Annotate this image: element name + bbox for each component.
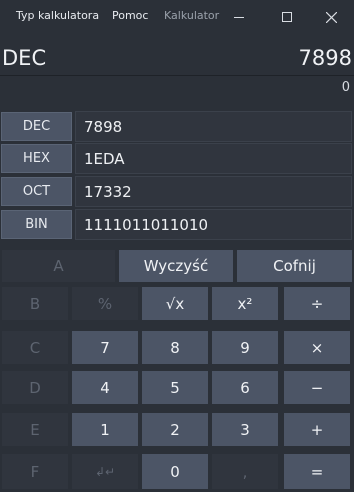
key-e[interactable]: E [1, 412, 69, 447]
minus-button[interactable]: − [283, 370, 351, 405]
display-mode: DEC [2, 46, 47, 70]
dec-value: 7898 [75, 111, 352, 142]
four-button[interactable]: 4 [71, 370, 139, 405]
square-button[interactable]: x² [211, 286, 279, 321]
three-button[interactable]: 3 [211, 412, 279, 447]
zero-button[interactable]: 0 [141, 453, 209, 490]
maximize-button[interactable] [276, 6, 298, 28]
minimize-button[interactable] [228, 6, 250, 28]
sign-button[interactable]: ↲↵ [71, 453, 139, 490]
app-title: Kalkulator [164, 9, 220, 22]
oct-button[interactable]: OCT [1, 177, 72, 206]
key-b[interactable]: B [1, 286, 69, 321]
six-button[interactable]: 6 [211, 370, 279, 405]
eight-button[interactable]: 8 [141, 330, 209, 365]
dec-button[interactable]: DEC [1, 112, 72, 141]
close-icon [325, 11, 337, 23]
oct-value: 17332 [75, 176, 352, 207]
bin-button[interactable]: BIN [1, 210, 72, 239]
backspace-button[interactable]: Cofnij [236, 249, 353, 283]
five-button[interactable]: 5 [141, 370, 209, 405]
clear-button[interactable]: Wyczyść [118, 249, 234, 283]
minimize-icon [234, 16, 244, 18]
divide-button[interactable]: ÷ [283, 286, 351, 321]
sqrt-button[interactable]: √x [141, 286, 209, 321]
seven-button[interactable]: 7 [71, 330, 139, 365]
close-button[interactable] [320, 6, 342, 28]
key-c[interactable]: C [1, 330, 69, 365]
percent-button[interactable]: % [71, 286, 139, 321]
one-button[interactable]: 1 [71, 412, 139, 447]
hex-value: 1EDA [75, 143, 352, 174]
hex-button[interactable]: HEX [1, 144, 72, 173]
menu-calculator-type[interactable]: Typ kalkulatora [16, 9, 99, 22]
display-line: DEC 7898 [0, 44, 354, 76]
key-a[interactable]: A [1, 249, 116, 283]
memory-value: 0 [341, 80, 350, 95]
equals-button[interactable]: = [283, 453, 351, 490]
nine-button[interactable]: 9 [211, 330, 279, 365]
title-bar: Typ kalkulatora Pomoc Kalkulator [0, 0, 354, 34]
bin-value: 1111011011010 [75, 209, 352, 240]
plus-button[interactable]: + [283, 412, 351, 447]
key-d[interactable]: D [1, 370, 69, 405]
key-f[interactable]: F [1, 453, 69, 490]
decimal-button[interactable]: , [211, 453, 279, 490]
two-button[interactable]: 2 [141, 412, 209, 447]
display-value: 7898 [298, 46, 352, 70]
menu-help[interactable]: Pomoc [112, 9, 148, 22]
multiply-button[interactable]: × [283, 330, 351, 365]
maximize-icon [282, 12, 292, 22]
